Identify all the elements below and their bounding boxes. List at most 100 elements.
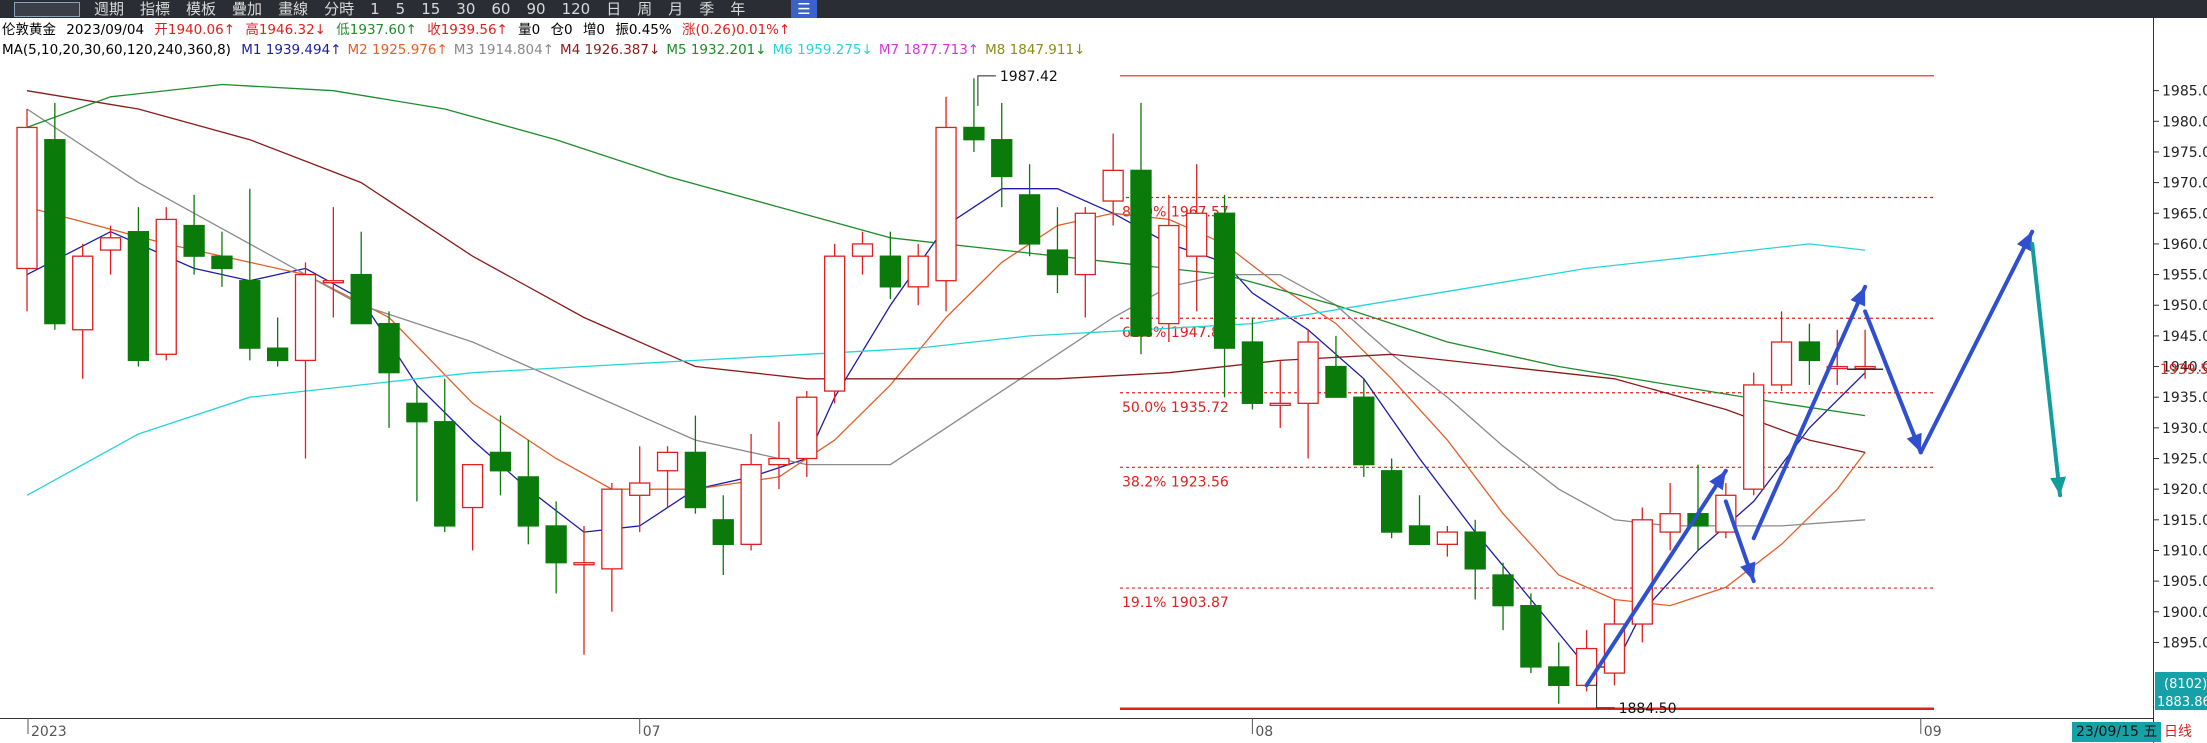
candle-39 [1102, 133, 1124, 226]
candle-42 [1186, 164, 1208, 312]
candle-17 [489, 415, 512, 496]
y-tick-label-17: 1900.00 [2162, 605, 2207, 621]
candle-53 [1492, 562, 1514, 631]
y-tick-label-12: 1925.00 [2162, 452, 2207, 468]
candle-15 [434, 378, 456, 533]
candle-22 [629, 446, 651, 533]
chart-frame [0, 18, 2207, 743]
y-tick-label-10: 1935.00 [2162, 390, 2207, 406]
candle-body-3 [99, 237, 122, 251]
x-tick-label-1: 07 [643, 724, 661, 740]
candle-body-28 [796, 396, 818, 460]
x-tick-label-0: 2023 [31, 724, 67, 740]
trend-arrow-shaft-5 [2030, 241, 2063, 498]
candle-16 [461, 463, 484, 551]
candle-8 [239, 188, 261, 361]
candle-body-24 [684, 451, 707, 509]
candle-body-33 [935, 126, 957, 282]
candle-3 [99, 225, 122, 275]
candle-19 [545, 501, 567, 594]
x-tick-label-3: 09 [1924, 724, 1942, 740]
high-label: 1987.42 [1000, 69, 1058, 85]
candlestick-chart: 1985.00 1980.00 1975.00 1970.00 1965.00 1960.… [0, 18, 2207, 743]
candle-body-62 [1743, 384, 1765, 490]
candle-body-41 [1158, 224, 1180, 325]
candle-36 [1018, 164, 1041, 257]
y-tick-label-15: 1910.00 [2162, 543, 2207, 559]
candle-body-17 [489, 451, 512, 472]
candle-body-16 [461, 463, 484, 509]
candle-35 [991, 102, 1013, 208]
candle-body-29 [824, 255, 846, 392]
candle-body-22 [629, 482, 651, 496]
candle-20 [573, 525, 595, 655]
candle-body-34 [963, 126, 985, 141]
candle-61 [1715, 483, 1737, 539]
candle-33 [935, 96, 957, 312]
candle-body-18 [517, 476, 539, 527]
candle-13 [378, 311, 400, 428]
candle-body-38 [1074, 212, 1096, 276]
candle-body-25 [712, 519, 734, 545]
candle-body-66 [1854, 365, 1876, 370]
candle-body-50 [1408, 525, 1431, 545]
candle-body-40 [1130, 169, 1152, 337]
candle-body-1 [44, 139, 66, 325]
trend-arrow-4 [1918, 229, 2035, 455]
candle-5 [155, 207, 177, 361]
candle-37 [1046, 207, 1069, 293]
y-tick-label-18: 1895.00 [2162, 635, 2207, 651]
candle-60 [1687, 464, 1709, 551]
low-marker-line [1596, 681, 1615, 709]
candle-10 [294, 262, 317, 459]
candle-7 [211, 231, 233, 287]
candle-body-31 [879, 255, 901, 288]
trend-arrow-5 [2030, 241, 2067, 498]
candle-body-4 [127, 231, 150, 362]
candle-59 [1659, 483, 1681, 551]
candle-body-14 [406, 402, 428, 423]
candle-34 [963, 78, 985, 152]
candle-body-37 [1046, 249, 1069, 276]
candle-body-47 [1325, 365, 1347, 398]
trend-arrow-shaft-0 [1584, 468, 1728, 688]
candle-49 [1381, 458, 1403, 539]
crosshair-date-box: 23/09/15 五 [2072, 722, 2162, 742]
candle-body-10 [294, 273, 317, 362]
y-tick-label-5: 1960.00 [2162, 237, 2207, 253]
price-box-top: (8102) [2164, 677, 2207, 692]
candle-55 [1548, 642, 1570, 704]
candle-12 [350, 231, 372, 325]
candle-47 [1325, 335, 1347, 398]
candle-body-55 [1548, 666, 1570, 686]
y-tick-label-11: 1930.00 [2162, 421, 2207, 437]
candle-body-19 [545, 525, 567, 564]
candle-21 [601, 483, 623, 612]
y-tick-label-14: 1915.00 [2162, 513, 2207, 529]
candle-body-39 [1102, 169, 1124, 202]
candle-body-48 [1353, 396, 1375, 466]
candle-body-45 [1269, 402, 1291, 406]
candle-body-11 [322, 280, 345, 284]
candle-23 [656, 446, 679, 508]
candle-50 [1408, 495, 1431, 545]
candle-body-26 [740, 463, 762, 545]
period-label[interactable]: 日线 [2160, 722, 2196, 742]
candle-38 [1074, 207, 1096, 318]
candle-body-35 [991, 139, 1013, 178]
candle-54 [1520, 593, 1542, 674]
candle-body-46 [1297, 341, 1319, 404]
high-marker-line [977, 75, 996, 106]
candle-45 [1269, 360, 1291, 428]
candle-25 [712, 495, 734, 575]
candle-body-12 [350, 273, 372, 325]
candle-body-27 [768, 457, 790, 466]
y-tick-label-6: 1955.00 [2162, 268, 2207, 284]
candle-body-6 [183, 224, 205, 257]
y-tick-label-16: 1905.00 [2162, 574, 2207, 590]
y-tick-label-8: 1945.00 [2162, 329, 2207, 345]
current-price-label: 1939.56 [2160, 362, 2207, 378]
candle-body-15 [434, 421, 456, 527]
candle-24 [684, 415, 707, 514]
trend-arrow-shaft-4 [1918, 229, 2035, 455]
